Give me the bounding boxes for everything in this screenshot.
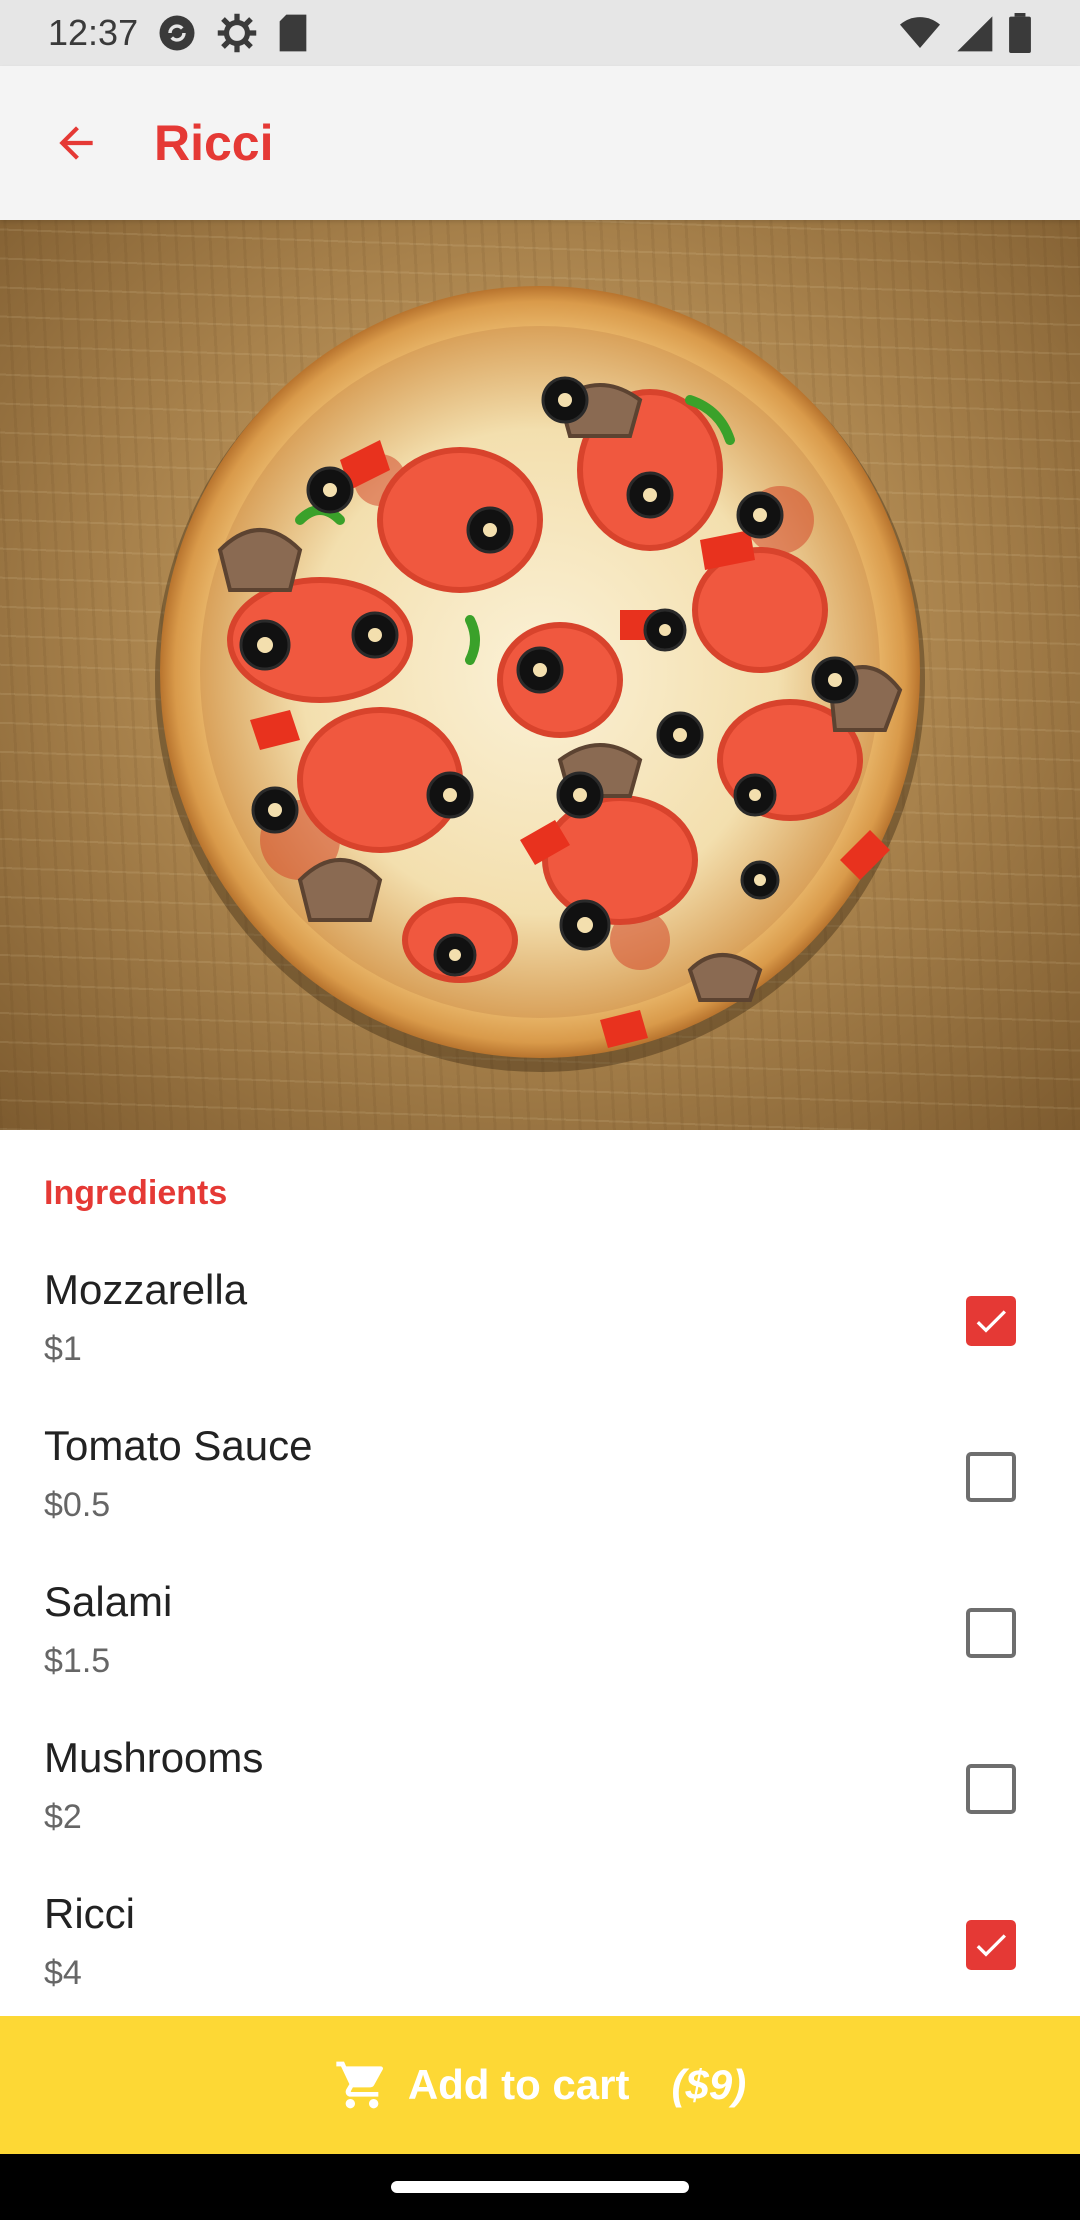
shopping-cart-icon	[336, 2061, 383, 2109]
ingredient-name: Salami	[44, 1578, 173, 1625]
pizza-illustration	[155, 286, 925, 1072]
cart-total: ($9)	[671, 2061, 747, 2108]
ingredient-price: $4	[44, 1954, 82, 1992]
ingredient-name: Mushrooms	[44, 1734, 264, 1781]
status-bar: 12:37	[0, 0, 1080, 66]
add-to-cart-button[interactable]: Add to cart ($9)	[0, 2016, 1080, 2154]
battery-icon	[1009, 13, 1031, 53]
ingredient-item-ricci[interactable]: Ricci $4	[0, 1880, 1080, 2036]
sd-card-icon	[279, 14, 307, 52]
ingredient-checkbox-ricci[interactable]	[966, 1920, 1016, 1970]
pizza-image	[0, 220, 1080, 1130]
app-bar: Ricci	[0, 66, 1080, 220]
wifi-icon	[900, 17, 940, 48]
ingredient-item-mozzarella[interactable]: Mozzarella $1	[0, 1256, 1080, 1412]
checkmark-icon	[976, 1310, 1006, 1333]
ingredient-price: $1	[44, 1330, 82, 1368]
ingredient-item-salami[interactable]: Salami $1.5	[0, 1568, 1080, 1724]
ingredient-name: Tomato Sauce	[44, 1422, 313, 1469]
ingredient-item-mushrooms[interactable]: Mushrooms $2	[0, 1724, 1080, 1880]
settings-icon	[217, 13, 257, 53]
arrow-back-icon	[59, 126, 93, 160]
ingredient-price: $1.5	[44, 1642, 111, 1680]
status-time: 12:37	[48, 12, 139, 53]
ingredient-checkbox-mozzarella[interactable]	[966, 1296, 1016, 1346]
back-button[interactable]	[36, 103, 116, 183]
ingredient-checkbox-salami[interactable]	[966, 1608, 1016, 1658]
home-gesture-handle[interactable]	[391, 2181, 689, 2193]
ingredient-name: Ricci	[44, 1890, 135, 1937]
add-to-cart-label: Add to cart	[407, 2061, 630, 2108]
ingredient-list: Mozzarella $1 Tomato Sauce $0.5 Salami $…	[0, 1256, 1080, 2036]
page-title: Ricci	[154, 115, 274, 171]
ingredient-checkbox-tomato-sauce[interactable]	[966, 1452, 1016, 1502]
ingredient-price: $2	[44, 1798, 82, 1836]
signal-icon	[957, 16, 993, 52]
system-nav-bar	[0, 2154, 1080, 2220]
sync-icon	[159, 15, 195, 51]
checkmark-icon	[976, 1934, 1006, 1957]
ingredient-price: $0.5	[44, 1486, 111, 1524]
ingredient-item-tomato-sauce[interactable]: Tomato Sauce $0.5	[0, 1412, 1080, 1568]
ingredient-name: Mozzarella	[44, 1266, 248, 1313]
ingredient-checkbox-mushrooms[interactable]	[966, 1764, 1016, 1814]
ingredients-heading: Ingredients	[44, 1174, 228, 1212]
